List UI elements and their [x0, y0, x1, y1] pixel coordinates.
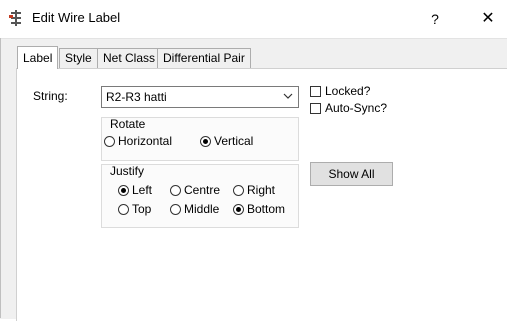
locked-label: Locked?	[325, 84, 371, 98]
radio-centre-label: Centre	[184, 183, 221, 197]
justify-group-title: Justify	[110, 164, 145, 178]
radio-middle[interactable]: Middle	[170, 202, 219, 216]
title-bar: Edit Wire Label ? ✕	[0, 0, 507, 38]
dialog-left-border	[0, 38, 1, 318]
radio-bottom[interactable]: Bottom	[233, 202, 285, 216]
rotate-group-title: Rotate	[110, 117, 146, 131]
radio-circle	[170, 184, 181, 196]
radio-right-label: Right	[247, 183, 276, 197]
radio-vertical-label: Vertical	[214, 134, 254, 148]
checkbox-box	[310, 85, 321, 97]
close-button[interactable]: ✕	[474, 6, 502, 32]
radio-circle-selected	[118, 184, 129, 196]
radio-vertical[interactable]: Vertical	[200, 134, 253, 148]
radio-circle	[104, 135, 115, 147]
label-tab-page: String: R2-R3 hatti Rotate Horizontal Ve…	[16, 68, 507, 321]
string-combobox[interactable]: R2-R3 hatti	[101, 86, 299, 108]
locked-checkbox[interactable]: Locked?	[310, 84, 370, 98]
justify-group: Justify Left Centre Right Top Middle Bot…	[101, 164, 299, 228]
radio-circle	[233, 184, 244, 196]
help-button[interactable]: ?	[422, 6, 448, 32]
auto-sync-checkbox[interactable]: Auto-Sync?	[310, 101, 387, 115]
tab-style[interactable]: Style	[59, 48, 98, 68]
radio-circle	[118, 203, 129, 215]
radio-circle	[170, 203, 181, 215]
radio-top-label: Top	[132, 202, 152, 216]
dialog-body: Label Style Net Class Differential Pair …	[0, 38, 507, 321]
radio-centre[interactable]: Centre	[170, 183, 220, 197]
checkbox-box	[310, 102, 321, 114]
rotate-group: Rotate Horizontal Vertical	[101, 117, 299, 161]
radio-left-label: Left	[132, 183, 153, 197]
tab-label[interactable]: Label	[17, 46, 59, 69]
string-label: String:	[33, 89, 68, 103]
radio-horizontal-label: Horizontal	[118, 134, 173, 148]
radio-circle-selected	[200, 135, 211, 147]
wire-label-app-icon	[8, 10, 24, 26]
radio-bottom-label: Bottom	[247, 202, 286, 216]
auto-sync-label: Auto-Sync?	[325, 101, 388, 115]
radio-right[interactable]: Right	[233, 183, 275, 197]
radio-top[interactable]: Top	[118, 202, 151, 216]
show-all-button[interactable]: Show All	[310, 162, 393, 186]
radio-middle-label: Middle	[184, 202, 220, 216]
radio-circle-selected	[233, 203, 244, 215]
tab-net-class[interactable]: Net Class	[97, 48, 162, 68]
string-value: R2-R3 hatti	[106, 90, 167, 104]
tab-differential-pair[interactable]: Differential Pair	[157, 48, 251, 68]
chevron-down-icon[interactable]	[283, 90, 293, 102]
radio-left[interactable]: Left	[118, 183, 152, 197]
window-title: Edit Wire Label	[32, 10, 121, 25]
radio-horizontal[interactable]: Horizontal	[104, 134, 172, 148]
